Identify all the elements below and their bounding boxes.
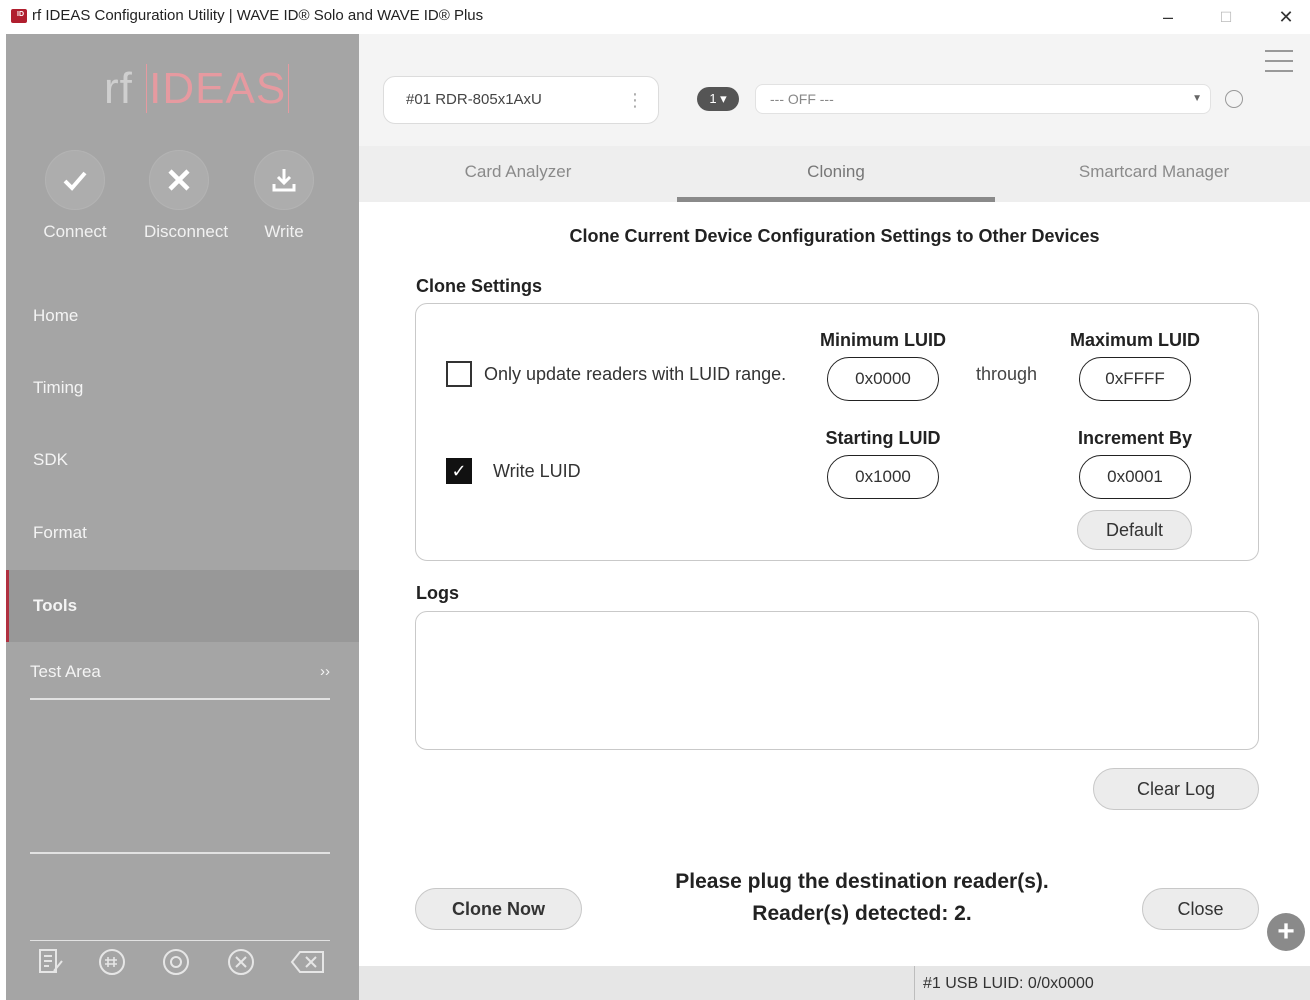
sidebar-toolbar	[36, 944, 326, 984]
device-toolbar: #01 RDR-805x1AxU ⋮ 1 ▾ --- OFF --- ▼	[359, 34, 1310, 146]
rf-ideas-logo: rf IDEAS	[104, 64, 290, 114]
disconnect-button[interactable]: Disconnect	[144, 150, 228, 242]
sidebar-divider	[30, 940, 330, 941]
min-luid-label: Minimum LUID	[820, 330, 946, 350]
nav-test-area[interactable]: Test Area ››	[30, 650, 330, 700]
only-update-label: Only update readers with LUID range.	[484, 364, 787, 384]
cancel-icon[interactable]	[226, 947, 260, 982]
max-luid-input[interactable]: 0xFFFF	[1079, 357, 1191, 401]
reader-count-dropdown[interactable]: 1 ▾	[697, 87, 739, 111]
backspace-icon[interactable]	[290, 949, 326, 980]
tab-cloning[interactable]: Cloning	[677, 146, 995, 202]
logs-textarea[interactable]	[415, 611, 1259, 750]
nav-timing[interactable]: Timing	[6, 352, 359, 424]
nav-sdk[interactable]: SDK	[6, 424, 359, 496]
hash-icon[interactable]	[97, 947, 131, 982]
clear-log-button[interactable]: Clear Log	[1093, 768, 1259, 810]
connect-button[interactable]: Connect	[40, 150, 110, 242]
nav-format[interactable]: Format	[6, 497, 359, 569]
rotate-icon[interactable]	[161, 947, 195, 982]
increment-label: Increment By	[1077, 428, 1193, 448]
status-divider	[914, 966, 915, 1000]
status-radio[interactable]	[1225, 90, 1243, 108]
notes-icon[interactable]	[36, 947, 66, 982]
min-luid-input[interactable]: 0x0000	[827, 357, 939, 401]
sidebar-divider	[30, 852, 330, 854]
tab-bar: Card Analyzer Cloning Smartcard Manager	[359, 146, 1310, 202]
add-icon[interactable]: +	[1267, 913, 1305, 951]
logs-label: Logs	[416, 583, 459, 603]
maximize-button[interactable]: ☐	[1206, 4, 1246, 30]
sidebar: rf IDEAS Connect Disconnect Write Home T…	[6, 34, 359, 1000]
menu-icon[interactable]	[1265, 50, 1293, 80]
download-icon	[254, 150, 314, 210]
check-icon	[45, 150, 105, 210]
increment-input[interactable]: 0x0001	[1079, 455, 1191, 499]
tab-card-analyzer[interactable]: Card Analyzer	[359, 146, 677, 202]
usb-luid-status: #1 USB LUID: 0/0x0000	[923, 975, 1094, 992]
write-luid-label: Write LUID	[493, 461, 581, 481]
more-vertical-icon[interactable]: ⋮	[626, 77, 644, 123]
write-button[interactable]: Write	[249, 150, 319, 242]
dropdown-arrow-icon: ▼	[1192, 93, 1202, 104]
starting-luid-label: Starting LUID	[825, 428, 941, 448]
clone-now-button[interactable]: Clone Now	[415, 888, 582, 930]
chevron-right-icon: ››	[320, 663, 330, 680]
default-button[interactable]: Default	[1077, 510, 1192, 550]
only-update-checkbox[interactable]	[446, 361, 472, 387]
tab-smartcard-manager[interactable]: Smartcard Manager	[995, 146, 1310, 202]
status-bar: #1 USB LUID: 0/0x0000	[359, 966, 1310, 1000]
close-button[interactable]: Close	[1142, 888, 1259, 930]
nav-tools[interactable]: Tools	[6, 570, 359, 642]
device-selector[interactable]: #01 RDR-805x1AxU ⋮	[383, 76, 659, 124]
window-title: rf IDEAS Configuration Utility | WAVE ID…	[32, 7, 484, 24]
through-label: through	[976, 364, 1038, 384]
starting-luid-input[interactable]: 0x1000	[827, 455, 939, 499]
title-bar: rf IDEAS Configuration Utility | WAVE ID…	[0, 0, 1310, 34]
close-window-button[interactable]: ✕	[1266, 4, 1306, 30]
max-luid-label: Maximum LUID	[1069, 330, 1201, 350]
clone-status-message: Please plug the destination reader(s). R…	[675, 870, 1049, 925]
write-luid-checkbox[interactable]: ✓	[446, 458, 472, 484]
clone-settings-label: Clone Settings	[416, 276, 543, 296]
x-icon	[149, 150, 209, 210]
nav-home[interactable]: Home	[6, 280, 359, 352]
minimize-button[interactable]: –	[1148, 4, 1188, 30]
page-title: Clone Current Device Configuration Setti…	[569, 226, 1100, 246]
mode-select[interactable]: --- OFF --- ▼	[755, 84, 1211, 114]
app-icon	[11, 9, 27, 23]
